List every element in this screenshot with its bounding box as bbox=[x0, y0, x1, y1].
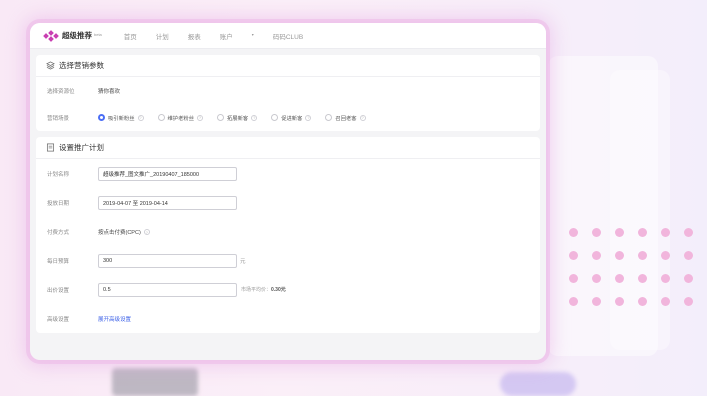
decorative-dot bbox=[684, 297, 693, 306]
radio-scene-expand-new-customers[interactable]: 拓展新客 ? bbox=[217, 114, 258, 122]
nav-item-reports[interactable]: 报表 bbox=[188, 31, 201, 41]
advanced-row: 高级设置 展开高级设置 bbox=[36, 304, 540, 333]
app-window: 超级推荐 beta 首页 计划 报表 账户 ▾ 码码CLUB 选择营销参数 选择资… bbox=[30, 23, 546, 360]
budget-row: 每日预算 300 元 bbox=[36, 246, 540, 275]
decorative-dot bbox=[684, 274, 693, 283]
section-title: 设置推广计划 bbox=[59, 143, 104, 152]
pay-label: 付费方式 bbox=[47, 229, 70, 236]
bid-hint: 市场平均价：0.30元 bbox=[241, 286, 286, 293]
decorative-dot bbox=[592, 274, 601, 283]
advanced-label: 高级设置 bbox=[47, 316, 70, 323]
logo-icon bbox=[43, 29, 59, 42]
decorative-dot bbox=[592, 251, 601, 260]
bid-input[interactable]: 0.5 bbox=[98, 282, 237, 297]
radio-scene-maintain-fans[interactable]: 维护老粉丝 ? bbox=[157, 114, 203, 122]
nav-item-account-label: 账户 bbox=[219, 33, 233, 41]
bid-label: 出价设置 bbox=[47, 287, 70, 294]
marketing-params-section: 选择营销参数 选择资源位 猜你喜欢 营销场景 吸引新粉丝 ? 维护老粉丝 ? 拓… bbox=[36, 55, 540, 131]
radio-label: 拓展新客 bbox=[227, 115, 249, 122]
date-range-picker[interactable]: 2019-04-07 至 2019-04-14 bbox=[98, 195, 237, 210]
radio-circle bbox=[157, 114, 165, 121]
radio-scene-promote-new-customers[interactable]: 促进新客 ? bbox=[271, 114, 312, 122]
budget-unit: 元 bbox=[240, 258, 246, 265]
background-blurred-button bbox=[500, 372, 576, 396]
decorative-dot bbox=[615, 228, 624, 237]
nav-item-club[interactable]: 码码CLUB bbox=[273, 31, 303, 41]
decorative-dot bbox=[638, 251, 647, 260]
decorative-dot bbox=[569, 228, 578, 237]
layers-icon bbox=[46, 61, 55, 70]
date-label: 投放日期 bbox=[47, 200, 70, 207]
scene-label: 营销场景 bbox=[47, 115, 70, 122]
decorative-dot bbox=[592, 297, 601, 306]
radio-label: 吸引新粉丝 bbox=[108, 115, 135, 122]
bid-row: 出价设置 0.5 市场平均价：0.30元 bbox=[36, 275, 540, 304]
plan-name-row: 计划名称 超级推荐_图文推广_20190407_185000 bbox=[36, 159, 540, 188]
radio-scene-attract-new-fans[interactable]: 吸引新粉丝 ? bbox=[98, 114, 144, 122]
budget-input[interactable]: 300 bbox=[98, 253, 237, 268]
beta-badge: beta bbox=[94, 31, 102, 37]
resource-row: 选择资源位 猜你喜欢 bbox=[36, 77, 540, 104]
main-nav: 首页 计划 报表 账户 ▾ 码码CLUB bbox=[124, 31, 322, 41]
scene-radio-group: 吸引新粉丝 ? 维护老粉丝 ? 拓展新客 ? 促进新客 ? 召回老客 ? bbox=[98, 114, 380, 122]
decorative-dot bbox=[661, 297, 670, 306]
decorative-dot bbox=[615, 297, 624, 306]
logo[interactable]: 超级推荐 beta bbox=[43, 29, 102, 42]
radio-label: 促进新客 bbox=[281, 115, 303, 122]
background-panel-secondary bbox=[610, 70, 670, 350]
resource-value: 猜你喜欢 bbox=[98, 88, 121, 95]
nav-item-plans[interactable]: 计划 bbox=[156, 31, 169, 41]
decorative-dot bbox=[569, 251, 578, 260]
plan-settings-section: 设置推广计划 计划名称 超级推荐_图文推广_20190407_185000 投放… bbox=[36, 137, 540, 333]
decorative-dot bbox=[638, 228, 647, 237]
help-icon[interactable]: ? bbox=[143, 229, 150, 235]
radio-circle bbox=[217, 114, 224, 121]
radio-circle bbox=[271, 114, 279, 121]
decorative-dot bbox=[661, 251, 670, 260]
document-icon bbox=[46, 143, 55, 152]
logo-text: 超级推荐 bbox=[62, 31, 92, 40]
date-row: 投放日期 2019-04-07 至 2019-04-14 bbox=[36, 188, 540, 217]
pay-value-text: 按点击付费(CPC) bbox=[98, 229, 141, 236]
pay-value: 按点击付费(CPC)? bbox=[98, 228, 150, 236]
budget-label: 每日预算 bbox=[47, 258, 70, 265]
decorative-dot bbox=[684, 228, 693, 237]
nav-dropdown-indicator: ▾ bbox=[251, 31, 254, 37]
decorative-dot bbox=[569, 297, 578, 306]
radio-circle bbox=[98, 114, 105, 121]
decorative-dot bbox=[592, 228, 601, 237]
help-icon[interactable]: ? bbox=[251, 114, 258, 121]
section-header: 设置推广计划 bbox=[36, 137, 540, 159]
decorative-dot bbox=[661, 228, 670, 237]
radio-scene-recall-old-customers[interactable]: 召回老客 ? bbox=[325, 114, 366, 122]
top-navigation-bar: 超级推荐 beta 首页 计划 报表 账户 ▾ 码码CLUB bbox=[30, 23, 546, 49]
help-icon[interactable]: ? bbox=[197, 114, 203, 121]
pay-row: 付费方式 按点击付费(CPC)? bbox=[36, 217, 540, 246]
plan-name-input[interactable]: 超级推荐_图文推广_20190407_185000 bbox=[98, 166, 237, 181]
scene-row: 营销场景 吸引新粉丝 ? 维护老粉丝 ? 拓展新客 ? 促进新客 ? 召回老客 … bbox=[36, 104, 540, 131]
bid-hint-value: 0.30元 bbox=[271, 287, 286, 293]
help-icon[interactable]: ? bbox=[359, 114, 366, 121]
decorative-dot bbox=[638, 297, 647, 306]
decorative-dot bbox=[661, 274, 670, 283]
section-header: 选择营销参数 bbox=[36, 55, 540, 77]
resource-label: 选择资源位 bbox=[47, 88, 75, 95]
decorative-dot bbox=[638, 274, 647, 283]
background-blurred-element bbox=[112, 368, 198, 396]
expand-advanced-link[interactable]: 展开高级设置 bbox=[98, 315, 131, 323]
plan-name-label: 计划名称 bbox=[47, 171, 70, 178]
radio-label: 维护老粉丝 bbox=[167, 115, 195, 122]
nav-item-home[interactable]: 首页 bbox=[124, 31, 137, 41]
bid-hint-prefix: 市场平均价： bbox=[241, 287, 272, 293]
decorative-dot bbox=[569, 274, 578, 283]
radio-circle bbox=[325, 114, 333, 121]
nav-item-account[interactable]: 账户 ▾ bbox=[219, 31, 254, 41]
decorative-dot bbox=[684, 251, 693, 260]
help-icon[interactable]: ? bbox=[137, 114, 144, 121]
help-icon[interactable]: ? bbox=[305, 114, 312, 121]
decorative-dot bbox=[615, 251, 624, 260]
radio-label: 召回老客 bbox=[335, 115, 357, 122]
decorative-dot bbox=[615, 274, 624, 283]
section-title: 选择营销参数 bbox=[59, 61, 104, 70]
